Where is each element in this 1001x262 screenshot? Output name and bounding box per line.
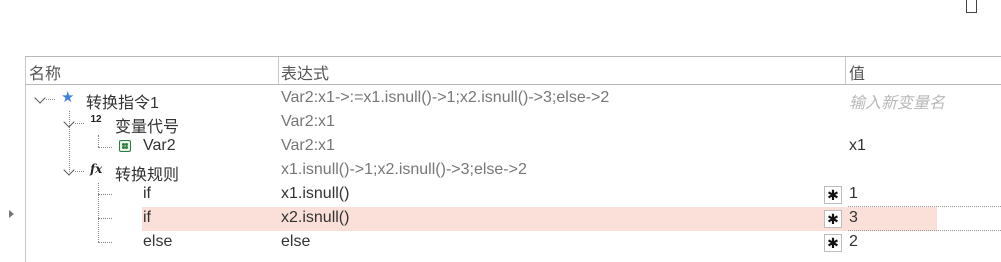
row-name: 转换指令1 bbox=[86, 95, 159, 112]
tree-row[interactable]: fx 转换规则 x1.isnull()->1;x2.isnull()->3;el… bbox=[26, 159, 1001, 184]
row-name: Var2 bbox=[143, 137, 176, 154]
tree-line bbox=[46, 99, 55, 100]
row-expression[interactable]: x1.isnull()->1;x2.isnull()->3;else->2 bbox=[281, 161, 527, 179]
row-name: if bbox=[143, 209, 151, 226]
row-value-input[interactable]: 输入新变量名 bbox=[849, 89, 945, 113]
tree-row[interactable]: Var2 Var2:x1 x1 bbox=[26, 135, 1001, 159]
fx-icon: fx bbox=[90, 162, 103, 176]
tree-row[interactable]: else else ✱ 2 bbox=[26, 231, 1001, 255]
row-name: if bbox=[143, 185, 151, 202]
row-expression[interactable]: x1.isnull() bbox=[281, 185, 349, 203]
gear-icon[interactable]: ✱ bbox=[824, 210, 842, 228]
row-expression[interactable]: Var2:x1 bbox=[281, 137, 335, 155]
gear-icon[interactable]: ✱ bbox=[824, 234, 842, 252]
collapse-chevron-icon[interactable] bbox=[63, 164, 75, 176]
tree-row[interactable]: if x2.isnull() ✱ 3 bbox=[26, 207, 1001, 231]
row-expression[interactable]: x2.isnull() bbox=[281, 209, 349, 227]
tree-line bbox=[75, 171, 84, 172]
row-name: else bbox=[143, 233, 173, 250]
star-icon: ★ bbox=[61, 89, 75, 106]
row-name: 转换规则 bbox=[115, 167, 180, 184]
collapse-chevron-icon[interactable] bbox=[63, 116, 75, 128]
row-name: 变量代号 bbox=[115, 119, 180, 136]
numeric-12-icon: 12 bbox=[90, 114, 102, 125]
tree-row[interactable]: ★ 转换指令1 Var2:x1->:=x1.isnull()->1;x2.isn… bbox=[26, 87, 1001, 113]
gear-icon[interactable]: ✱ bbox=[824, 186, 842, 204]
row-value[interactable]: 2 bbox=[849, 233, 858, 251]
row-value[interactable]: x1 bbox=[849, 137, 866, 155]
row-expression[interactable]: else bbox=[281, 233, 310, 251]
row-expression[interactable]: Var2:x1 bbox=[281, 113, 335, 131]
collapse-chevron-icon[interactable] bbox=[34, 92, 46, 104]
tree-grid: ★ 转换指令1 Var2:x1->:=x1.isnull()->1;x2.isn… bbox=[0, 0, 1001, 262]
tree-line bbox=[75, 123, 84, 124]
tree-row[interactable]: if x1.isnull() ✱ 1 bbox=[26, 183, 1001, 207]
row-value[interactable]: 1 bbox=[849, 185, 858, 203]
row-expression[interactable]: Var2:x1->:=x1.isnull()->1;x2.isnull()->3… bbox=[281, 89, 609, 107]
variable-icon bbox=[119, 140, 131, 152]
tree-row[interactable]: 12 变量代号 Var2:x1 bbox=[26, 111, 1001, 136]
row-value[interactable]: 3 bbox=[849, 209, 858, 227]
